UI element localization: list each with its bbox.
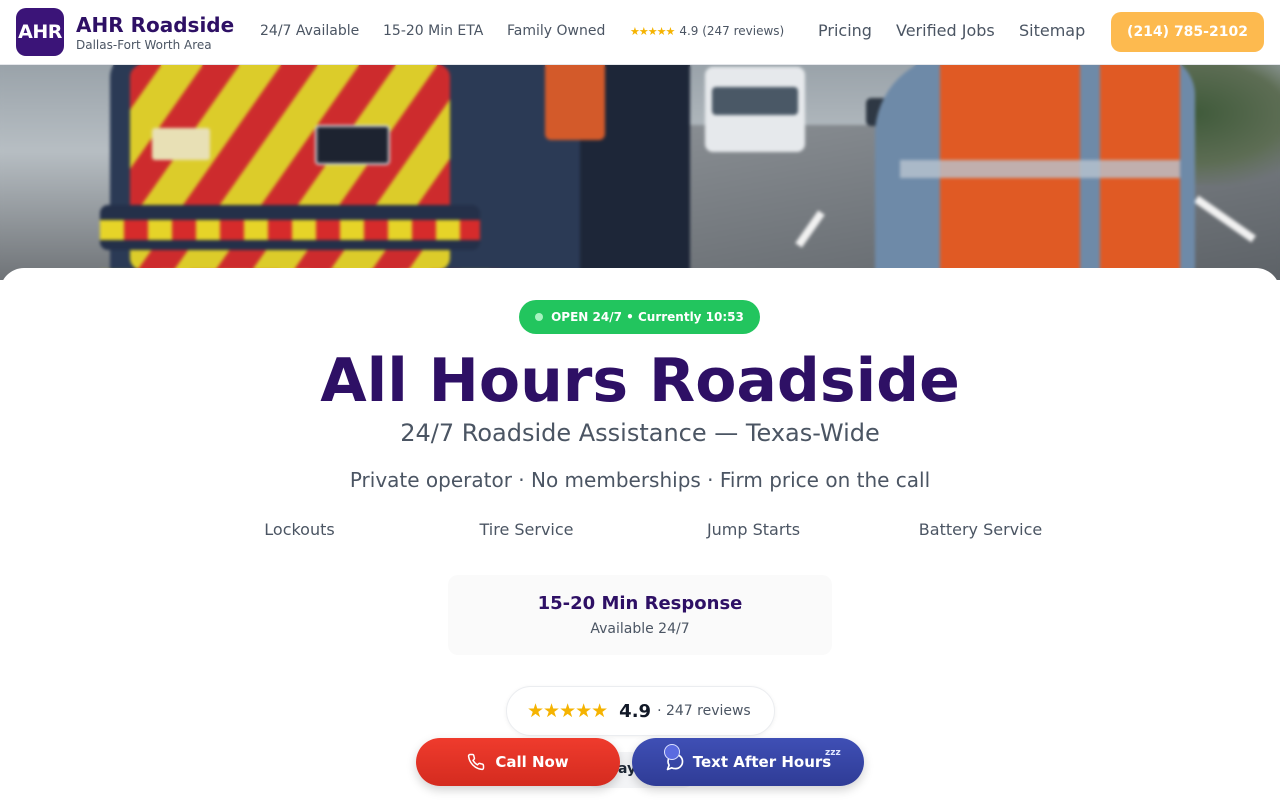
logo[interactable]: AHR bbox=[16, 8, 64, 56]
sleep-zzz-icon: zzz bbox=[825, 748, 841, 758]
badge-eta: 15-20 Min ETA bbox=[383, 23, 484, 39]
brand-name[interactable]: AHR Roadside bbox=[76, 13, 234, 37]
page-title: All Hours Roadside bbox=[320, 346, 960, 416]
service-lockouts[interactable]: Lockouts bbox=[186, 520, 413, 539]
badge-24-7: 24/7 Available bbox=[260, 23, 360, 39]
open-status-badge: OPEN 24/7 • Currently 10:53 bbox=[519, 300, 760, 334]
tagline: Private operator · No memberships · Firm… bbox=[349, 468, 931, 492]
badge-family-owned: Family Owned bbox=[507, 23, 606, 39]
nav-verified-jobs[interactable]: Verified Jobs bbox=[896, 21, 995, 40]
response-time-title: 15-20 Min Response bbox=[537, 593, 743, 614]
response-time-card: 15-20 Min Response Available 24/7 bbox=[448, 575, 832, 655]
star-icons: ★★★★★ bbox=[630, 25, 675, 38]
rating-score: 4.9 bbox=[619, 700, 652, 722]
service-jump-starts[interactable]: Jump Starts bbox=[640, 520, 867, 539]
header-rating-text: 4.9 (247 reviews) bbox=[679, 24, 785, 38]
star-icons: ★★★★★ bbox=[527, 700, 608, 722]
service-area: Dallas-Fort Worth Area bbox=[76, 38, 212, 52]
response-time-sub: Available 24/7 bbox=[590, 621, 690, 637]
page-subtitle: 24/7 Roadside Assistance — Texas-Wide bbox=[400, 419, 880, 447]
rating-summary[interactable]: ★★★★★ 4.9 · 247 reviews bbox=[506, 686, 775, 736]
open-status-text: OPEN 24/7 • Currently 10:53 bbox=[551, 310, 744, 324]
service-battery[interactable]: Battery Service bbox=[867, 520, 1094, 539]
phone-icon bbox=[468, 753, 485, 771]
hero-photo bbox=[0, 65, 1280, 280]
review-count: · 247 reviews bbox=[657, 703, 751, 719]
header-rating: ★★★★★ 4.9 (247 reviews) bbox=[630, 24, 784, 38]
status-dot-icon bbox=[535, 313, 544, 321]
nav-sitemap[interactable]: Sitemap bbox=[1019, 21, 1085, 40]
service-tire[interactable]: Tire Service bbox=[413, 520, 640, 539]
text-after-hours-button[interactable]: Text After Hours zzz bbox=[632, 738, 864, 786]
moon-icon bbox=[664, 744, 680, 760]
text-after-hours-label: Text After Hours bbox=[692, 753, 832, 771]
call-now-button[interactable]: Call Now bbox=[416, 738, 620, 786]
call-now-label: Call Now bbox=[495, 753, 569, 771]
phone-button[interactable]: (214) 785-2102 bbox=[1111, 12, 1264, 52]
nav-pricing[interactable]: Pricing bbox=[818, 21, 872, 40]
site-header: AHR AHR Roadside Dallas-Fort Worth Area … bbox=[0, 0, 1280, 65]
